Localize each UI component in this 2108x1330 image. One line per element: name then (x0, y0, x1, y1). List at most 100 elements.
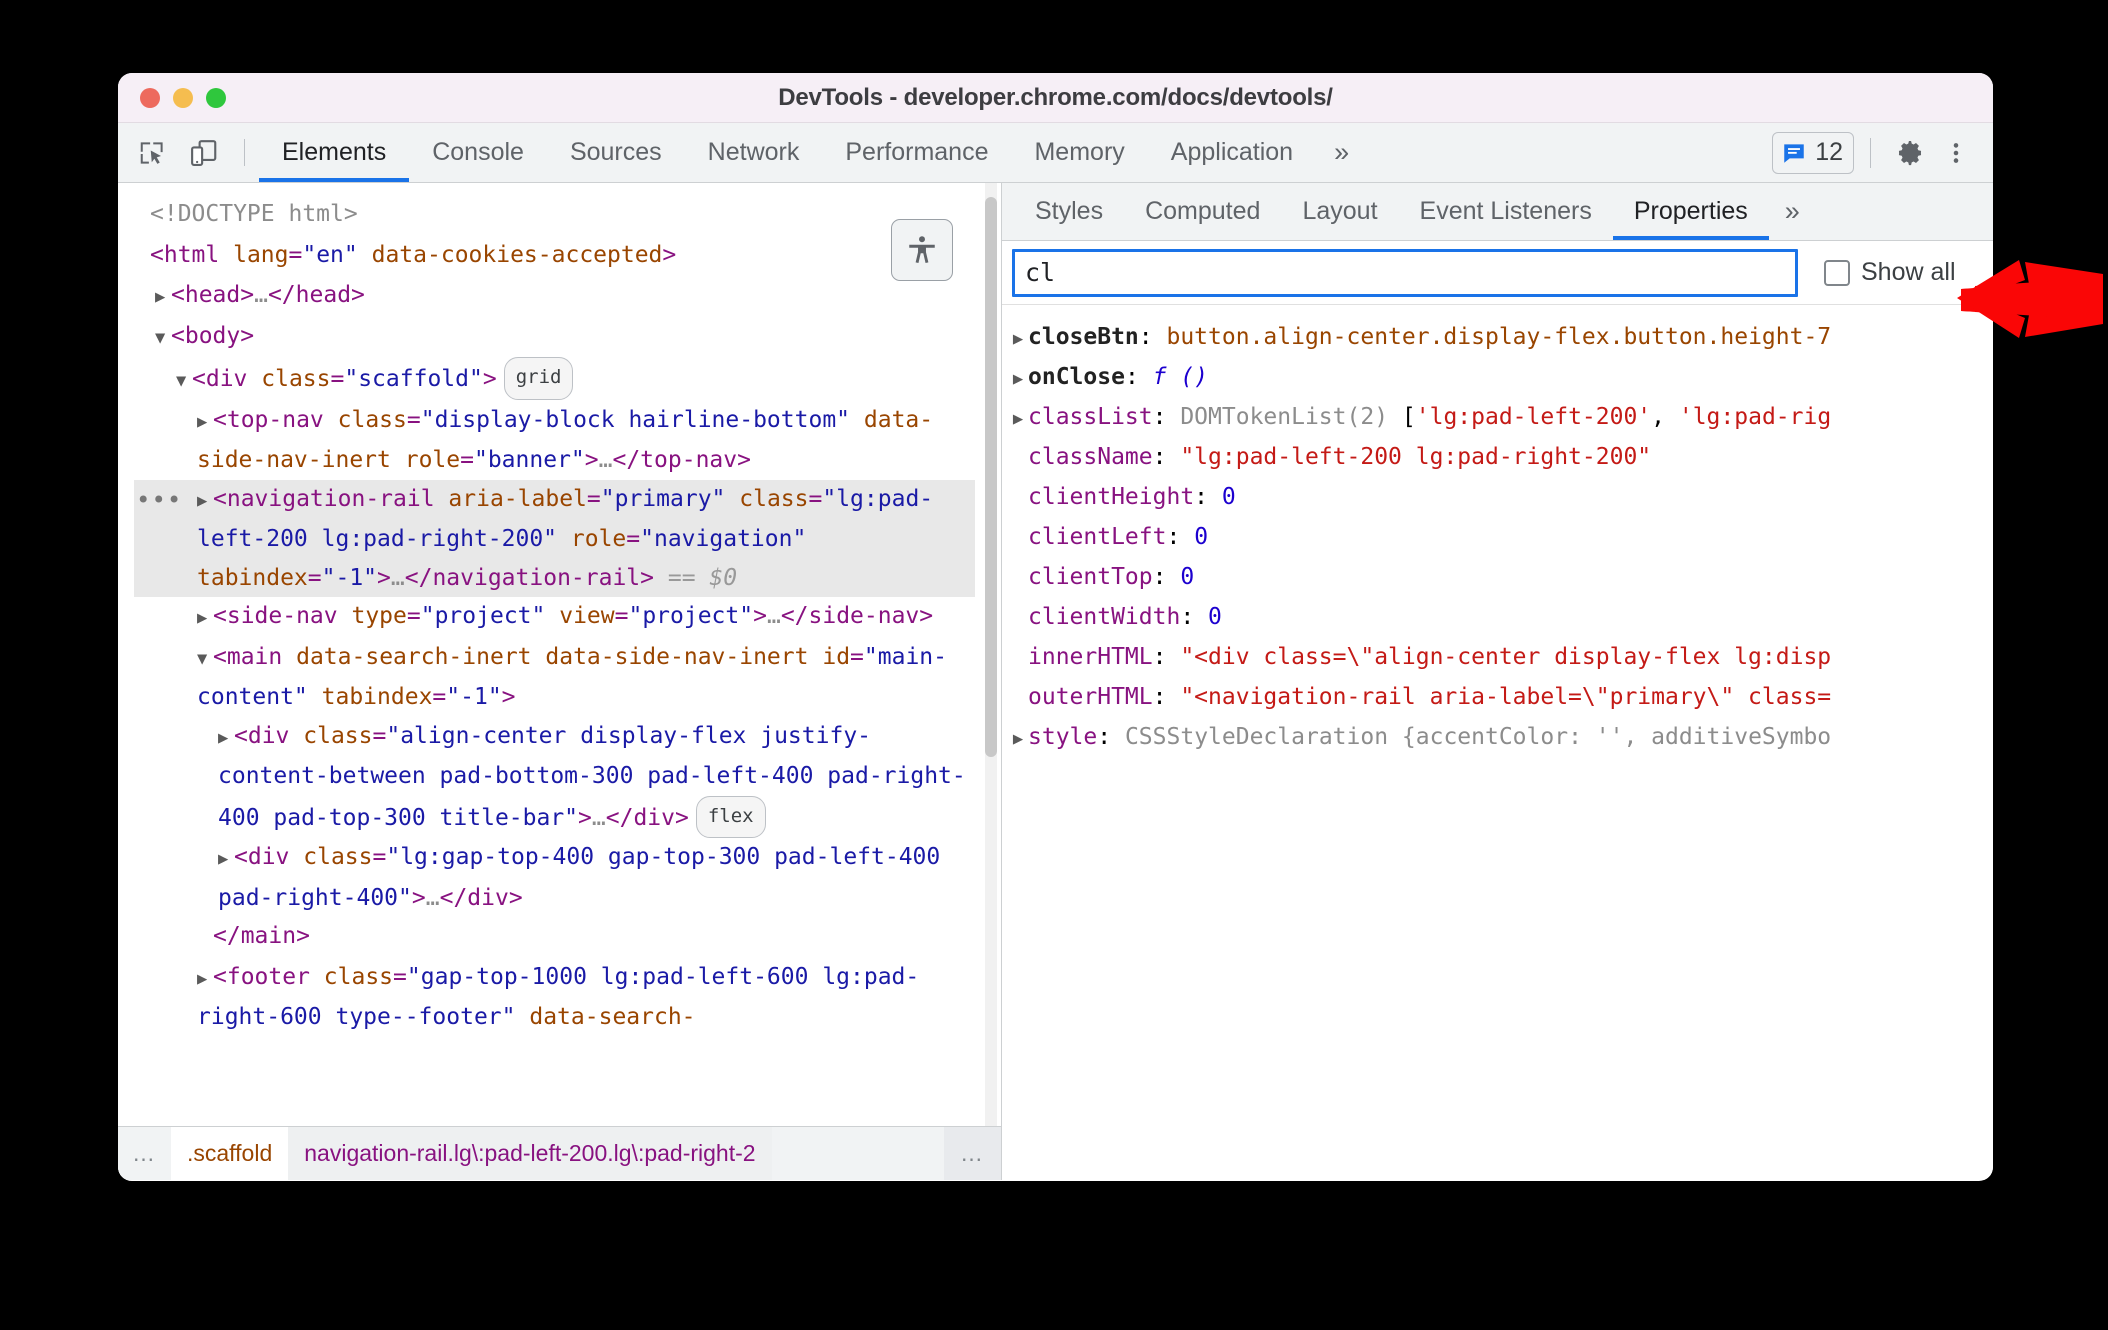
dom-token: <div (234, 722, 290, 749)
property-row[interactable]: ▶clientWidth: 0 (1008, 597, 1993, 637)
tab-properties[interactable]: Properties (1612, 183, 1769, 240)
tab-application[interactable]: Application (1148, 123, 1316, 182)
tab-sources[interactable]: Sources (547, 123, 685, 182)
dom-tree-scroll-area[interactable]: <!DOCTYPE html> <html lang="en" data-coo… (118, 183, 1001, 1126)
dom-token (358, 242, 372, 268)
chevron-right-icon[interactable]: ▶ (1008, 399, 1028, 437)
property-row[interactable]: ▶ style: CSSStyleDeclaration {accentColor… (1008, 717, 1993, 757)
chevron-right-icon[interactable]: ▶ (1008, 359, 1028, 397)
dom-token: = (614, 603, 629, 629)
tab-event-listeners[interactable]: Event Listeners (1399, 183, 1613, 240)
dom-token: "banner" (473, 447, 585, 473)
dom-tree-node[interactable]: ▼ <main data-search-inert data-side-nav-i… (134, 638, 975, 717)
issues-count: 12 (1815, 138, 1843, 166)
chevron-right-icon[interactable]: ▶ (155, 278, 171, 317)
dom-scrollbar-thumb[interactable] (985, 197, 997, 757)
dom-token (219, 242, 233, 268)
chevron-right-icon[interactable]: ▶ (197, 482, 213, 521)
chevron-right-icon[interactable]: ▶ (1008, 719, 1028, 757)
dom-token (532, 644, 546, 670)
dom-tree-node[interactable]: ••• ▶ <navigation-rail aria-label="primary… (134, 479, 975, 597)
property-separator: : (1152, 404, 1181, 430)
property-value: button.align-center.display-flex.button.… (1166, 324, 1832, 350)
dom-token (310, 964, 324, 990)
chevron-right-icon[interactable]: ▶ (218, 840, 234, 879)
layout-badge[interactable]: flex (695, 795, 766, 838)
inspect-element-icon[interactable] (126, 123, 178, 182)
properties-filter-input[interactable] (1012, 248, 1798, 297)
tab-performance[interactable]: Performance (822, 123, 1011, 182)
show-all-checkbox[interactable] (1824, 259, 1850, 286)
property-separator: : (1138, 324, 1167, 350)
property-row[interactable]: ▶ classList: DOMTokenList(2) ['lg:pad-lef… (1008, 397, 1993, 437)
dom-token: "en" (302, 241, 358, 268)
dom-tree-node[interactable]: ▶ <footer class="gap-top-1000 lg:pad-left… (134, 958, 975, 1037)
chevron-down-icon[interactable]: ▼ (155, 319, 171, 358)
dom-tree[interactable]: <!DOCTYPE html> <html lang="en" data-coo… (118, 195, 1001, 1037)
tab-styles[interactable]: Styles (1014, 183, 1124, 240)
layout-badge[interactable]: grid (503, 357, 574, 400)
tab-memory[interactable]: Memory (1011, 123, 1147, 182)
property-row[interactable]: ▶clientHeight: 0 (1008, 477, 1993, 517)
property-row[interactable]: ▶innerHTML: "<div class=\"align-center d… (1008, 637, 1993, 677)
dom-token: data-side-nav-inert (545, 643, 809, 670)
dom-tree-node[interactable]: ▼ <body> (134, 317, 975, 358)
chevron-down-icon[interactable]: ▼ (197, 640, 213, 679)
dom-tree-node[interactable]: ▶ <div class="align-center display-flex j… (134, 717, 975, 838)
chevron-down-icon[interactable]: ▼ (176, 362, 192, 401)
close-window-button[interactable] (140, 87, 160, 108)
dom-token: "project" (628, 603, 754, 629)
property-row[interactable]: ▶clientLeft: 0 (1008, 517, 1993, 557)
property-row[interactable]: ▶ closeBtn: button.align-center.display-f… (1008, 317, 1993, 357)
dom-token (435, 486, 449, 512)
breadcrumb-item-scaffold[interactable]: .scaffold (171, 1127, 289, 1180)
dom-token (545, 603, 559, 629)
breadcrumb-item-navigation-rail[interactable]: navigation-rail.lg\:pad-left-200.lg\:pad… (288, 1127, 772, 1180)
show-all-checkbox-row[interactable]: Show all (1824, 258, 1956, 287)
breadcrumb-overflow-left[interactable]: … (118, 1127, 171, 1180)
device-toolbar-icon[interactable] (178, 123, 230, 182)
dom-tree-node[interactable]: <html lang="en" data-cookies-accepted> (134, 236, 975, 277)
dom-tree-node[interactable]: ▶ <head>…</head> (134, 276, 975, 317)
minimize-window-button[interactable] (173, 87, 193, 108)
dom-token (806, 526, 820, 552)
dom-tree-node[interactable]: ▶ <div class="lg:gap-top-400 gap-top-300 … (134, 838, 975, 917)
gear-icon[interactable] (1887, 130, 1933, 176)
property-row[interactable]: ▶className: "lg:pad-left-200 lg:pad-righ… (1008, 437, 1993, 477)
chevron-right-icon[interactable]: ▶ (218, 719, 234, 758)
tab-elements[interactable]: Elements (259, 123, 410, 182)
dom-token: = (460, 447, 474, 473)
dom-tree-node[interactable]: ▶ <side-nav type="project" view="project"… (134, 597, 975, 638)
issues-button[interactable]: 12 (1772, 131, 1854, 174)
properties-list[interactable]: ▶ closeBtn: button.align-center.display-f… (1002, 305, 1993, 1180)
kebab-menu-icon[interactable] (1933, 130, 1979, 176)
property-separator: : (1152, 444, 1181, 470)
dom-token: id (822, 643, 851, 670)
tab-layout[interactable]: Layout (1281, 183, 1398, 240)
dom-tree-node[interactable]: ▼ <div class="scaffold"> grid (134, 357, 975, 401)
dom-token: "-1" (446, 684, 502, 710)
dom-token: > (501, 684, 516, 710)
chevron-right-icon[interactable]: ▶ (197, 403, 213, 442)
chevron-right-icon[interactable]: ▶ (197, 960, 213, 999)
devtools-main-toolbar: Elements Console Sources Network Perform… (118, 123, 1993, 183)
maximize-window-button[interactable] (206, 87, 226, 108)
dom-token: aria-label (448, 485, 587, 512)
dom-tree-node[interactable]: </main> (134, 917, 975, 958)
tab-console[interactable]: Console (409, 123, 547, 182)
dom-tree-node[interactable]: <!DOCTYPE html> (134, 195, 975, 236)
panel-tab-strip: Elements Console Sources Network Perform… (259, 123, 1367, 182)
tab-computed[interactable]: Computed (1124, 183, 1281, 240)
node-more-options-icon[interactable]: ••• (136, 481, 182, 520)
chevron-right-icon[interactable]: ▶ (1008, 319, 1028, 357)
more-sidebar-tabs-chevron-icon[interactable]: » (1769, 183, 1816, 240)
chevron-right-icon[interactable]: ▶ (197, 599, 213, 638)
dom-tree-node[interactable]: ▶ <top-nav class="display-block hairline-… (134, 401, 975, 480)
property-row[interactable]: ▶clientTop: 0 (1008, 557, 1993, 597)
more-tabs-chevron-icon[interactable]: » (1316, 123, 1367, 182)
accessibility-icon[interactable] (891, 219, 953, 281)
property-row[interactable]: ▶ onClose: f () (1008, 357, 1993, 397)
breadcrumb-overflow-right[interactable]: … (944, 1127, 1001, 1180)
property-row[interactable]: ▶outerHTML: "<navigation-rail aria-label… (1008, 677, 1993, 717)
tab-network[interactable]: Network (685, 123, 823, 182)
